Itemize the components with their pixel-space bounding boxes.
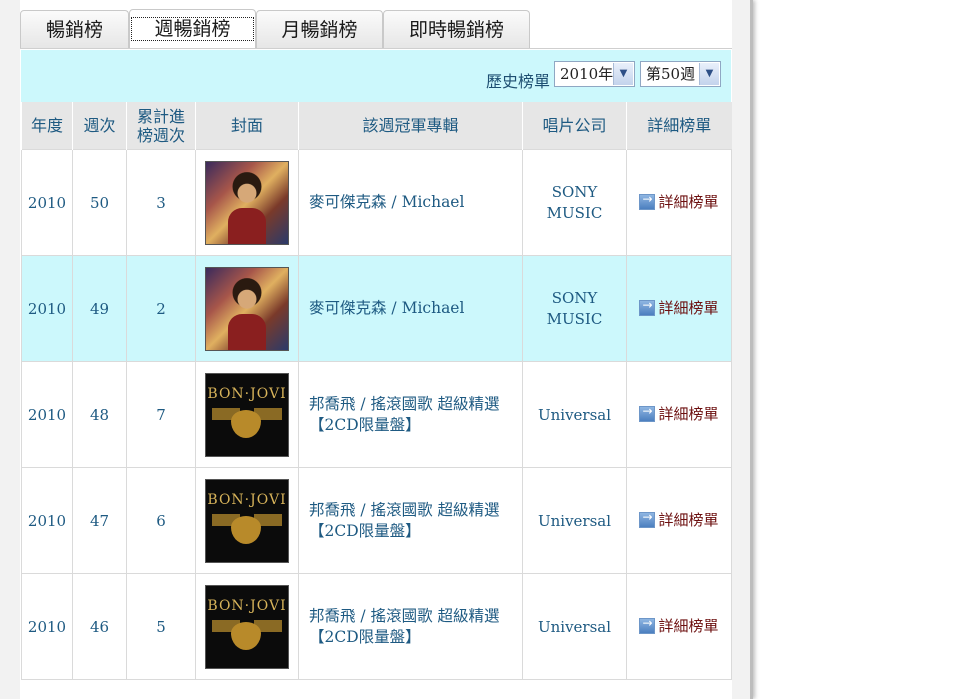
tab-label: 即時暢銷榜	[408, 19, 504, 41]
detail-link-text: 詳細榜單	[658, 299, 719, 318]
detail-link-text: 詳細榜單	[658, 193, 719, 212]
album-cover-image[interactable]	[205, 266, 289, 351]
header-cover: 封面	[195, 102, 299, 150]
cell-year: 2010	[21, 361, 73, 468]
header-album: 該週冠軍專輯	[298, 102, 523, 150]
header-cumulative: 累計進榜週次	[126, 102, 196, 150]
cell-detail: 詳細榜單	[626, 361, 732, 468]
cell-detail: 詳細榜單	[626, 149, 732, 256]
arrow-right-icon	[639, 616, 656, 634]
cell-cumulative: 2	[126, 255, 196, 362]
cell-year: 2010	[21, 573, 73, 680]
cell-label: Universal	[522, 467, 627, 574]
tab-monthly[interactable]: 月暢銷榜	[256, 10, 383, 48]
tab-label: 暢銷榜	[45, 19, 103, 41]
detail-link-text: 詳細榜單	[658, 617, 719, 636]
year-select[interactable]: 2010年 ▼	[554, 61, 635, 87]
header-week: 週次	[72, 102, 127, 150]
cell-detail: 詳細榜單	[626, 467, 732, 574]
year-select-value: 2010年	[560, 65, 614, 83]
arrow-right-icon	[639, 298, 656, 316]
header-year: 年度	[21, 102, 73, 150]
detail-link[interactable]: 詳細榜單	[639, 615, 719, 636]
cell-label: Universal	[522, 361, 627, 468]
arrow-right-icon	[639, 404, 656, 422]
week-select[interactable]: 第50週 ▼	[640, 61, 721, 87]
chevron-down-icon[interactable]: ▼	[613, 63, 633, 85]
week-select-value: 第50週	[646, 65, 696, 83]
album-link[interactable]: 麥可傑克森 / Michael	[298, 255, 523, 362]
cell-cumulative: 5	[126, 573, 196, 680]
weekly-chart-table: 年度 週次 累計進榜週次 封面 該週冠軍專輯 唱片公司 詳細榜單 2010 50…	[21, 102, 732, 680]
cover-title: BON·JOVI	[207, 385, 287, 402]
tab-divider	[20, 48, 732, 49]
cell-week: 49	[72, 255, 127, 362]
table-row: 2010 47 6 BON·JOVI 邦喬飛 / 搖滾國歌 超級精選【2CD限量…	[21, 467, 732, 574]
cell-cover	[195, 255, 299, 362]
cell-cumulative: 3	[126, 149, 196, 256]
history-filter-bar: 歷史榜單 2010年 ▼ 第50週 ▼	[21, 50, 731, 102]
arrow-right-icon	[639, 192, 656, 210]
table-row: 2010 48 7 BON·JOVI 邦喬飛 / 搖滾國歌 超級精選【2CD限量…	[21, 361, 732, 468]
table-header-row: 年度 週次 累計進榜週次 封面 該週冠軍專輯 唱片公司 詳細榜單	[21, 102, 732, 150]
tab-label: 月暢銷榜	[281, 19, 358, 41]
cell-detail: 詳細榜單	[626, 573, 732, 680]
record-label-text: SONY MUSIC	[546, 288, 603, 328]
cell-week: 46	[72, 573, 127, 680]
tab-bestseller[interactable]: 暢銷榜	[20, 10, 129, 48]
cell-year: 2010	[21, 149, 73, 256]
cell-week: 47	[72, 467, 127, 574]
tab-label: 週暢銷榜	[131, 17, 254, 41]
tab-weekly[interactable]: 週暢銷榜	[129, 9, 256, 49]
header-cumulative-text: 累計進榜週次	[137, 106, 186, 145]
tab-realtime[interactable]: 即時暢銷榜	[383, 10, 530, 48]
album-cover-image[interactable]	[205, 160, 289, 245]
chart-panel: 暢銷榜 週暢銷榜 月暢銷榜 即時暢銷榜 歷史榜單 2010年 ▼ 第50週 ▼	[20, 0, 732, 699]
cell-label: Universal	[522, 573, 627, 680]
record-label-text: SONY MUSIC	[546, 182, 603, 222]
arrow-right-icon	[639, 510, 656, 528]
cell-cover	[195, 149, 299, 256]
detail-link[interactable]: 詳細榜單	[639, 403, 719, 424]
table-row: 2010 49 2 麥可傑克森 / Michael SONY MUSIC 詳細榜…	[21, 255, 732, 362]
cell-detail: 詳細榜單	[626, 255, 732, 362]
album-link[interactable]: 邦喬飛 / 搖滾國歌 超級精選【2CD限量盤】	[298, 467, 523, 574]
cell-week: 50	[72, 149, 127, 256]
cell-cover: BON·JOVI	[195, 467, 299, 574]
cell-cover: BON·JOVI	[195, 361, 299, 468]
detail-link[interactable]: 詳細榜單	[639, 297, 719, 318]
detail-link-text: 詳細榜單	[658, 405, 719, 424]
chart-tabs: 暢銷榜 週暢銷榜 月暢銷榜 即時暢銷榜	[20, 9, 732, 50]
album-cover-image[interactable]: BON·JOVI	[205, 478, 289, 563]
cell-year: 2010	[21, 467, 73, 574]
cell-cumulative: 6	[126, 467, 196, 574]
album-link[interactable]: 麥可傑克森 / Michael	[298, 149, 523, 256]
chevron-down-icon[interactable]: ▼	[699, 63, 719, 85]
cell-label: SONY MUSIC	[522, 149, 627, 256]
cell-cover: BON·JOVI	[195, 573, 299, 680]
cell-week: 48	[72, 361, 127, 468]
cell-cumulative: 7	[126, 361, 196, 468]
history-label: 歷史榜單	[485, 72, 550, 91]
album-cover-image[interactable]: BON·JOVI	[205, 372, 289, 457]
table-row: 2010 46 5 BON·JOVI 邦喬飛 / 搖滾國歌 超級精選【2CD限量…	[21, 573, 732, 680]
header-detail: 詳細榜單	[626, 102, 732, 150]
cover-title: BON·JOVI	[207, 491, 287, 508]
detail-link[interactable]: 詳細榜單	[639, 509, 719, 530]
detail-link[interactable]: 詳細榜單	[639, 191, 719, 212]
table-row: 2010 50 3 麥可傑克森 / Michael SONY MUSIC 詳細榜…	[21, 149, 732, 256]
album-link[interactable]: 邦喬飛 / 搖滾國歌 超級精選【2CD限量盤】	[298, 361, 523, 468]
cell-year: 2010	[21, 255, 73, 362]
album-cover-image[interactable]: BON·JOVI	[205, 584, 289, 669]
cell-label: SONY MUSIC	[522, 255, 627, 362]
album-link[interactable]: 邦喬飛 / 搖滾國歌 超級精選【2CD限量盤】	[298, 573, 523, 680]
cover-title: BON·JOVI	[207, 597, 287, 614]
header-label: 唱片公司	[522, 102, 627, 150]
detail-link-text: 詳細榜單	[658, 511, 719, 530]
